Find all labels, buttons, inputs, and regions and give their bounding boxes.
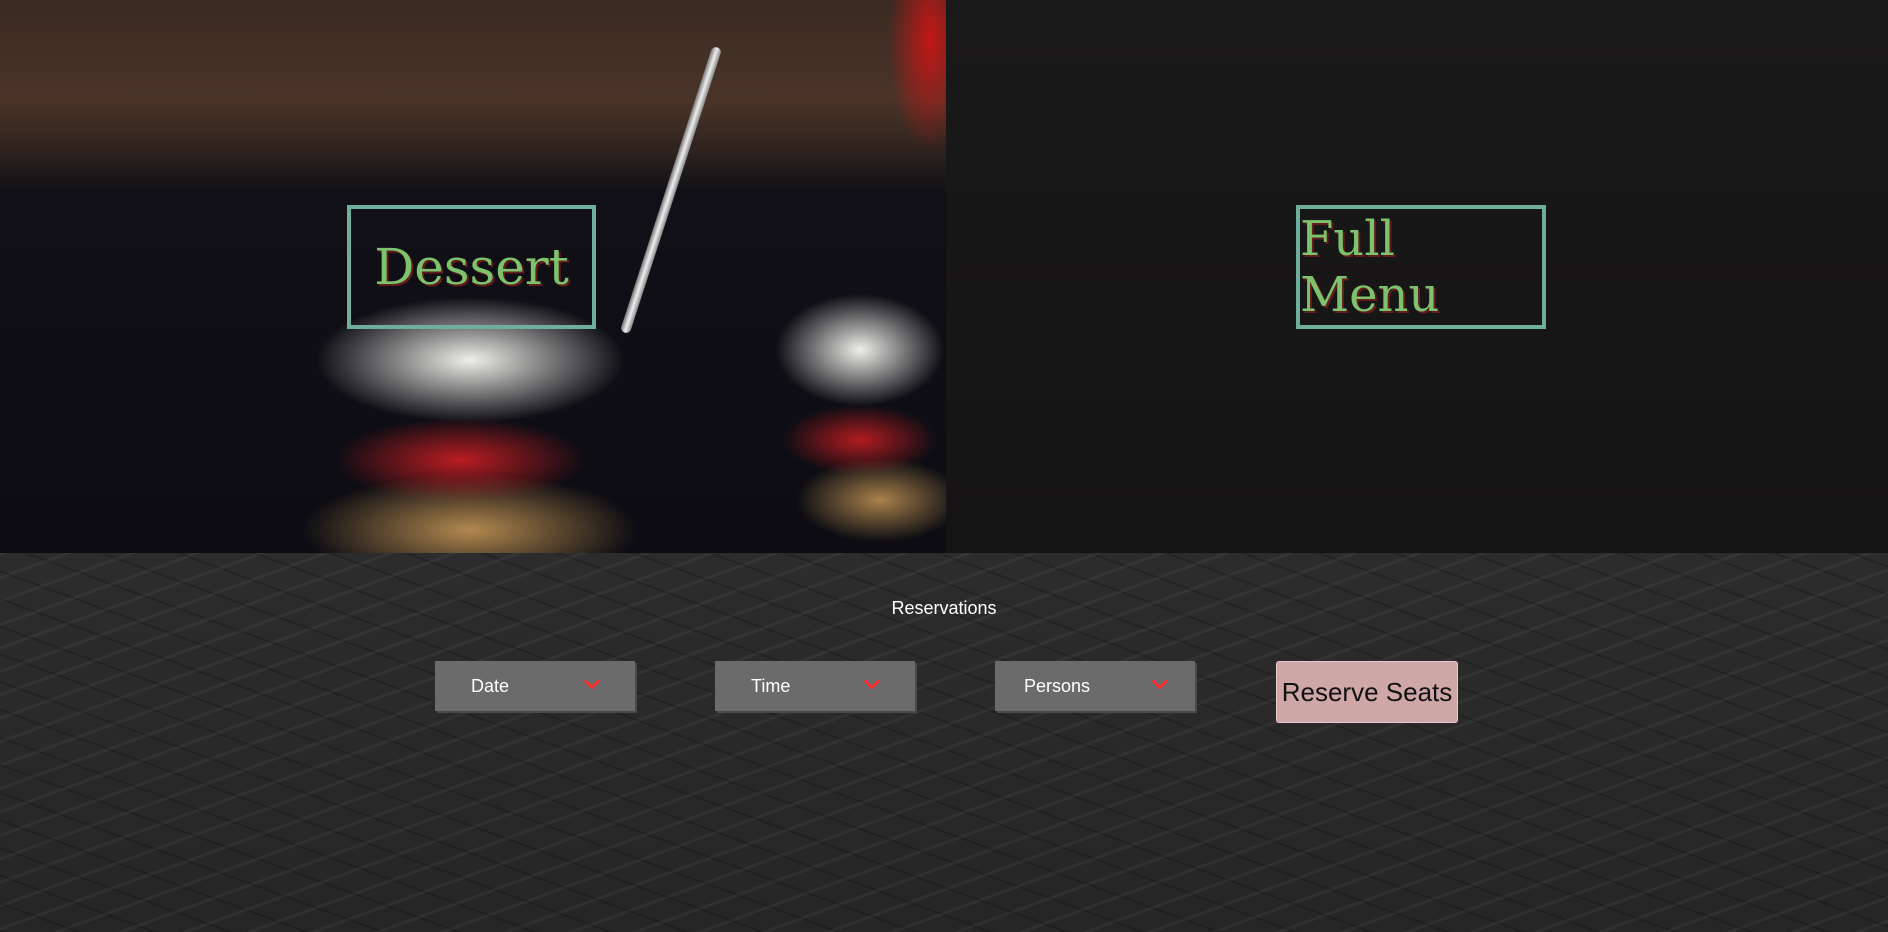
reservations-title: Reservations <box>891 598 997 618</box>
reservations-panel: Reservations Date Time Persons Reserve S… <box>0 553 1888 932</box>
hero-section: Dessert Full Menu <box>0 0 1888 553</box>
dessert-button[interactable]: Dessert <box>347 205 596 329</box>
date-dropdown-label: Date <box>471 675 510 696</box>
time-dropdown-label: Time <box>751 675 791 696</box>
spoon-image <box>619 45 723 335</box>
full-menu-button[interactable]: Full Menu <box>1296 205 1546 329</box>
time-dropdown[interactable]: Time <box>715 661 915 711</box>
persons-dropdown-label: Persons <box>1024 675 1091 696</box>
persons-dropdown[interactable]: Persons <box>995 661 1195 711</box>
chevron-down-icon <box>1151 679 1169 690</box>
date-dropdown[interactable]: Date <box>435 661 635 711</box>
chevron-down-icon <box>583 679 601 690</box>
dessert-image-tile[interactable]: Dessert <box>0 0 946 553</box>
chevron-down-icon <box>863 679 881 690</box>
reserve-seats-button[interactable]: Reserve Seats <box>1276 661 1458 723</box>
